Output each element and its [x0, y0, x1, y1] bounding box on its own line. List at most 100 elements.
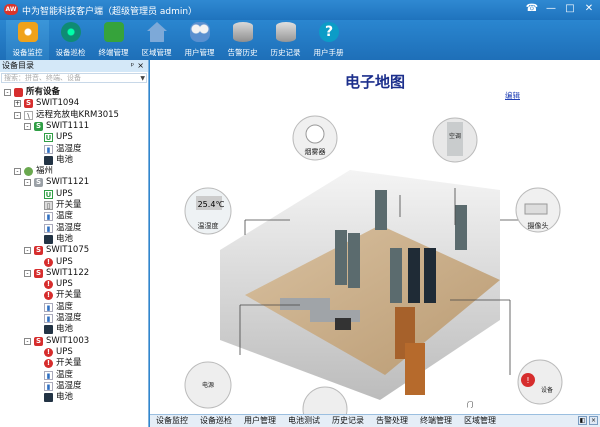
- panel-header: 设备目录 ᵖ ×: [0, 60, 148, 72]
- skin-icon[interactable]: ☎: [525, 2, 539, 16]
- close-button[interactable]: ✕: [582, 2, 596, 16]
- house-icon: [147, 22, 167, 42]
- tree-node-label: 电池: [56, 154, 74, 165]
- tree-node-label: 开关量: [56, 358, 82, 369]
- tree-node-label: 电池: [56, 233, 74, 244]
- page-title: 电子地图: [344, 73, 405, 91]
- device-tree-panel: 设备目录 ᵖ × 搜索：拼音、终端、设备 ▼ - 所有设备 + S SWIT1094- \…: [0, 60, 149, 427]
- close-tab-icon[interactable]: ×: [589, 416, 598, 425]
- door: [405, 343, 425, 395]
- close-panel-icon[interactable]: ×: [137, 60, 144, 72]
- device-label: 设备: [541, 386, 553, 394]
- temp-label: 温湿度: [198, 221, 219, 230]
- maximize-button[interactable]: □: [563, 2, 577, 16]
- eye-icon: [18, 22, 38, 42]
- collapse-icon[interactable]: -: [4, 89, 11, 96]
- tree-node-label: SWIT1121: [46, 177, 90, 188]
- help-icon: ?: [319, 22, 339, 42]
- bottom-tab[interactable]: 用户管理: [238, 415, 282, 427]
- toolbar-users[interactable]: 用户管理: [178, 20, 221, 60]
- device-alarm-callout: ! 设备: [517, 359, 563, 405]
- chevron-down-icon[interactable]: ▼: [140, 74, 145, 83]
- search-placeholder: 搜索：拼音、终端、设备: [4, 74, 81, 82]
- search-input[interactable]: 搜索：拼音、终端、设备 ▼: [1, 73, 147, 83]
- tree-node-label: 开关量: [56, 290, 82, 301]
- temp-value: 25.4℃: [198, 200, 225, 209]
- expand-icon[interactable]: +: [14, 100, 21, 108]
- tree-node-label: 温度: [56, 369, 74, 380]
- toolbar-terminal[interactable]: 终端管理: [92, 20, 135, 60]
- therm-node-icon: ▮: [44, 212, 53, 222]
- bottom-tab[interactable]: 电池测试: [282, 415, 326, 427]
- terminal-add-icon: [104, 22, 124, 42]
- collapse-icon[interactable]: -: [24, 247, 31, 255]
- tree-node-label: 温湿度: [56, 313, 82, 323]
- bottom-tab[interactable]: 区域管理: [458, 415, 502, 427]
- tree-node-label: UPS: [56, 256, 73, 267]
- tree-node-label: 温度: [56, 301, 74, 312]
- collapse-icon[interactable]: -: [24, 269, 31, 277]
- collapse-icon[interactable]: -: [24, 337, 31, 345]
- users-icon: [190, 22, 210, 42]
- bottom-tab[interactable]: 设备巡检: [194, 415, 238, 427]
- main-toolbar: 设备监控 设备巡检 终端管理 区域管理 用户管理 告警历史 历史记录 ? 用户手册: [0, 20, 600, 60]
- restore-icon[interactable]: ◧: [578, 416, 587, 425]
- window-title: 中为智能科技客户端（超级管理员 admin）: [22, 7, 198, 17]
- tree-node-label: SWIT1122: [46, 267, 90, 278]
- smoke-label: 烟雾器: [305, 147, 326, 156]
- red-node-icon: S: [24, 99, 33, 109]
- toolbar-manual[interactable]: ? 用户手册: [307, 20, 350, 60]
- bottom-tab[interactable]: 告警处理: [370, 415, 414, 427]
- bottom-tab[interactable]: 历史记录: [326, 415, 370, 427]
- tree-node-label: UPS: [56, 346, 73, 357]
- app-logo: AW: [4, 4, 18, 15]
- tree-node-label: SWIT1003: [46, 335, 90, 346]
- gray-node-icon: S: [34, 178, 43, 188]
- pin-icon[interactable]: ᵖ: [131, 60, 134, 72]
- collapse-icon[interactable]: -: [14, 168, 21, 176]
- excl-node-icon: !: [44, 257, 53, 267]
- red-node-icon: S: [34, 268, 43, 278]
- tree-node-label: 所有设备: [26, 87, 61, 97]
- bottom-tab[interactable]: 设备监控: [150, 415, 194, 427]
- alarm-db-icon: [233, 22, 253, 42]
- toolbar-device-monitor[interactable]: 设备监控: [6, 20, 49, 60]
- toolbar-device-inspect[interactable]: 设备巡检: [49, 20, 92, 60]
- door-label: 门: [467, 401, 473, 409]
- collapse-icon[interactable]: -: [24, 179, 31, 187]
- tree-node-label: 开关量: [56, 200, 82, 210]
- excl-node-icon: !: [44, 280, 53, 290]
- temp-callout: 25.4℃ 温湿度: [184, 187, 232, 235]
- tree-node-label: UPS: [56, 279, 73, 290]
- smoke-sensor-callout: 烟雾器: [292, 115, 338, 161]
- excl-node-icon: !: [44, 359, 53, 369]
- toolbar-alarm-history[interactable]: 告警历史: [221, 20, 264, 60]
- therm-node-icon: ▮: [44, 144, 53, 154]
- tree-node-label: 温湿度: [56, 222, 82, 233]
- u-node-icon: U: [44, 133, 53, 143]
- red-node-icon: S: [34, 336, 43, 346]
- power-label: 电源: [202, 381, 214, 389]
- region-node-icon: [24, 167, 33, 177]
- toolbar-history[interactable]: 历史记录: [264, 20, 307, 60]
- red-node-icon: S: [34, 246, 43, 256]
- bottom-tab[interactable]: 终端管理: [414, 415, 458, 427]
- generator: [335, 318, 351, 330]
- excl-node-icon: !: [44, 291, 53, 301]
- camera-callout: 摄像头: [515, 187, 561, 233]
- room-diagram: 烟雾器 空调 25.4℃ 温湿度 摄像头 电源 ! 设备 门: [150, 100, 600, 414]
- therm-node-icon: ▮: [44, 302, 53, 312]
- ac-callout: 空调: [432, 117, 478, 163]
- power-callout: 电源: [184, 361, 232, 409]
- u-node-icon: U: [44, 189, 53, 199]
- therm-node-icon: ▮: [44, 370, 53, 380]
- toolbar-region[interactable]: 区域管理: [135, 20, 178, 60]
- collapse-icon[interactable]: -: [24, 122, 31, 130]
- tree-node-label: 温度: [56, 211, 74, 222]
- green-node-icon: S: [34, 121, 43, 131]
- minimize-button[interactable]: —: [544, 2, 558, 16]
- tree-node-label: SWIT1075: [46, 245, 90, 256]
- tree-node-label: UPS: [56, 188, 73, 199]
- collapse-icon[interactable]: -: [14, 111, 21, 119]
- tree-node-label: SWIT1094: [36, 98, 80, 109]
